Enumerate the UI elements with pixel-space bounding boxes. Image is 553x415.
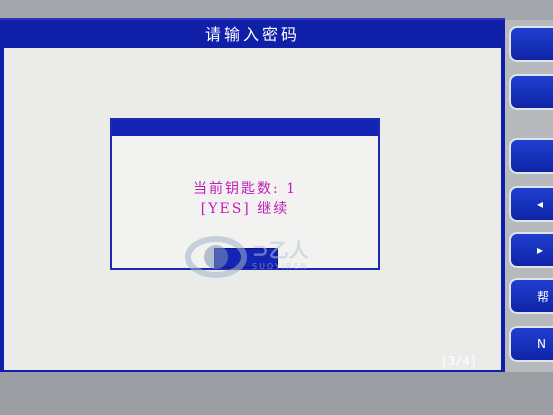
device-bezel-top [0,0,553,20]
side-button-3[interactable] [509,138,553,174]
window-title: 请输入密码 [204,25,300,44]
current-key-count-text: 当前钥匙数: 1 [192,181,298,197]
side-button-help[interactable]: 帮 [509,278,553,314]
watermark-subtext: SUOYIREN [252,262,309,271]
side-button-1[interactable] [509,26,553,62]
watermark-logo-icon [185,236,247,278]
continue-instruction-text: [YES] 继续 [200,201,290,217]
side-button-next[interactable]: ▸ [509,232,553,268]
brand-watermark: ⊃乙人 SUOYIREN [184,230,374,284]
chevron-left-icon: ◂ [537,197,544,211]
workspace-area: 当前钥匙数: 1 [YES] 继续 YES ⊃乙人 SUOYIREN [4,48,501,370]
side-button-prev[interactable]: ◂ [509,186,553,222]
watermark-brand-text: ⊃乙人 [252,238,309,262]
side-button-panel: ◂ ▸ 帮 N [505,20,553,372]
device-bezel-bottom [0,372,553,415]
page-indicator: [3/4] [440,354,477,368]
device-screen: 请输入密码 当前钥匙数: 1 [YES] 继续 YES ⊃乙人 SUOYIREN… [0,18,505,374]
side-button-2[interactable] [509,74,553,110]
side-button-n[interactable]: N [509,326,553,362]
chevron-right-icon: ▸ [537,243,544,257]
dialog-title-bar [112,120,378,136]
